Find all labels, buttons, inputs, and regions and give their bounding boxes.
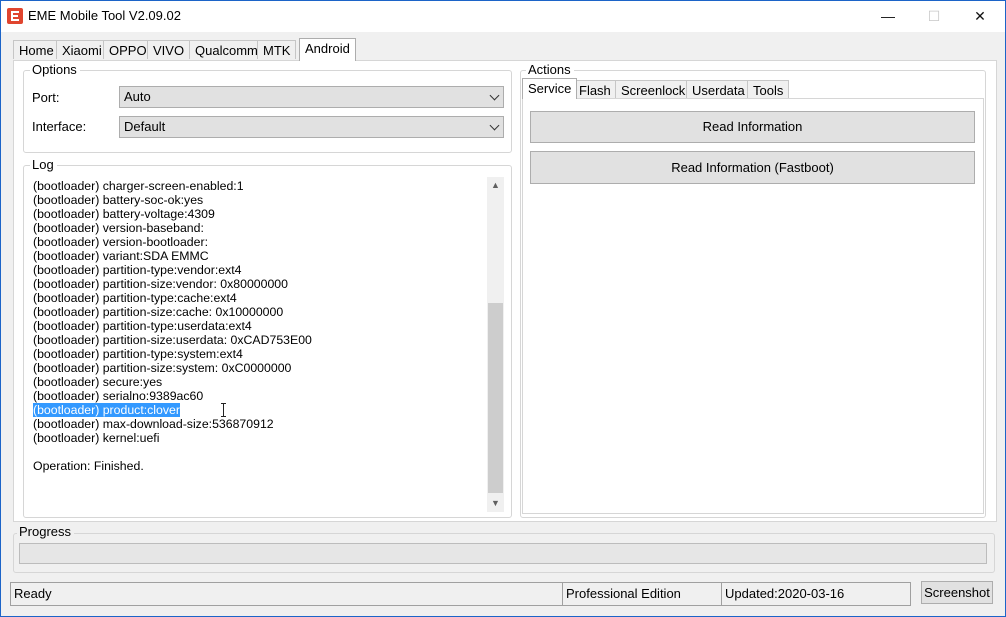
read-information-button[interactable]: Read Information (530, 111, 975, 143)
tab-userdata[interactable]: Userdata (686, 80, 751, 99)
progress-legend: Progress (17, 525, 75, 539)
log-line: (bootloader) secure:yes (33, 375, 163, 389)
title-bar: EME Mobile Tool V2.09.02 — ☐ ✕ (1, 1, 1005, 32)
actions-legend: Actions (526, 63, 574, 77)
log-line: (bootloader) partition-type:userdata:ext… (33, 319, 252, 333)
tab-qualcomm[interactable]: Qualcomm (189, 40, 264, 59)
log-line: (bootloader) partition-size:userdata: 0x… (33, 333, 312, 347)
tab-screenlock[interactable]: Screenlock (615, 80, 692, 99)
main-tab-strip: Home Xiaomi OPPO VIVO Qualcomm MTK Andro… (1, 38, 1005, 61)
log-line: (bootloader) version-bootloader: (33, 235, 208, 249)
log-legend: Log (30, 158, 57, 172)
scroll-thumb[interactable] (488, 303, 503, 493)
close-button[interactable]: ✕ (957, 1, 1003, 32)
interface-value: Default (124, 119, 166, 134)
log-line: (bootloader) battery-voltage:4309 (33, 207, 215, 221)
log-line: (bootloader) partition-size:vendor: 0x80… (33, 277, 288, 291)
options-legend: Options (30, 63, 80, 77)
log-textbox[interactable]: (bootloader) charger-screen-enabled:1 (bo… (29, 177, 504, 513)
interface-label: Interface: (32, 119, 87, 134)
app-window: EME Mobile Tool V2.09.02 — ☐ ✕ Home Xiao… (0, 0, 1006, 617)
log-line: (bootloader) battery-soc-ok:yes (33, 193, 204, 207)
log-scrollbar[interactable]: ▲ ▼ (487, 177, 504, 512)
log-line: (bootloader) charger-screen-enabled:1 (33, 179, 244, 193)
tab-android[interactable]: Android (299, 38, 356, 61)
log-line: (bootloader) product:clover (33, 403, 180, 417)
log-selection: (bootloader) product:clover (33, 403, 180, 417)
chevron-down-icon (489, 120, 500, 131)
updated-text: Updated:2020-03-16 (721, 582, 911, 606)
edition-text: Professional Edition (562, 582, 722, 606)
tab-home[interactable]: Home (13, 40, 60, 59)
window-title: EME Mobile Tool V2.09.02 (28, 8, 181, 23)
tab-xiaomi[interactable]: Xiaomi (56, 40, 108, 59)
status-text: Ready (10, 582, 564, 606)
log-line: (bootloader) max-download-size:536870912 (33, 417, 274, 431)
log-line: (bootloader) partition-type:system:ext4 (33, 347, 243, 361)
log-line: (bootloader) partition-type:cache:ext4 (33, 291, 237, 305)
screenshot-button[interactable]: Screenshot (921, 581, 993, 604)
tab-service[interactable]: Service (522, 78, 578, 99)
scroll-down-icon[interactable]: ▼ (487, 495, 504, 512)
app-logo-icon (7, 8, 23, 24)
progress-bar (19, 543, 987, 564)
log-line: Operation: Finished. (33, 459, 144, 473)
scroll-up-icon[interactable]: ▲ (487, 177, 504, 194)
tab-flash[interactable]: Flash (573, 80, 617, 99)
log-line: (bootloader) partition-size:system: 0xC0… (33, 361, 292, 375)
read-information-fastboot-button[interactable]: Read Information (Fastboot) (530, 151, 975, 184)
actions-tab-strip: Service Flash Screenlock Userdata Tools (1, 78, 1005, 100)
tab-mtk[interactable]: MTK (257, 40, 297, 59)
maximize-button[interactable]: ☐ (911, 1, 957, 32)
tab-vivo[interactable]: VIVO (147, 40, 191, 59)
log-line: (bootloader) partition-type:vendor:ext4 (33, 263, 242, 277)
log-line: (bootloader) version-baseband: (33, 221, 204, 235)
interface-select[interactable]: Default (119, 116, 504, 138)
tab-tools[interactable]: Tools (747, 80, 790, 99)
log-line: (bootloader) partition-size:cache: 0x100… (33, 305, 284, 319)
log-line: (bootloader) variant:SDA EMMC (33, 249, 209, 263)
minimize-button[interactable]: — (865, 1, 911, 32)
tab-oppo[interactable]: OPPO (103, 40, 153, 59)
log-line: (bootloader) kernel:uefi (33, 431, 160, 445)
text-cursor-icon (221, 403, 226, 417)
log-line: (bootloader) serialno:9389ac60 (33, 389, 204, 403)
